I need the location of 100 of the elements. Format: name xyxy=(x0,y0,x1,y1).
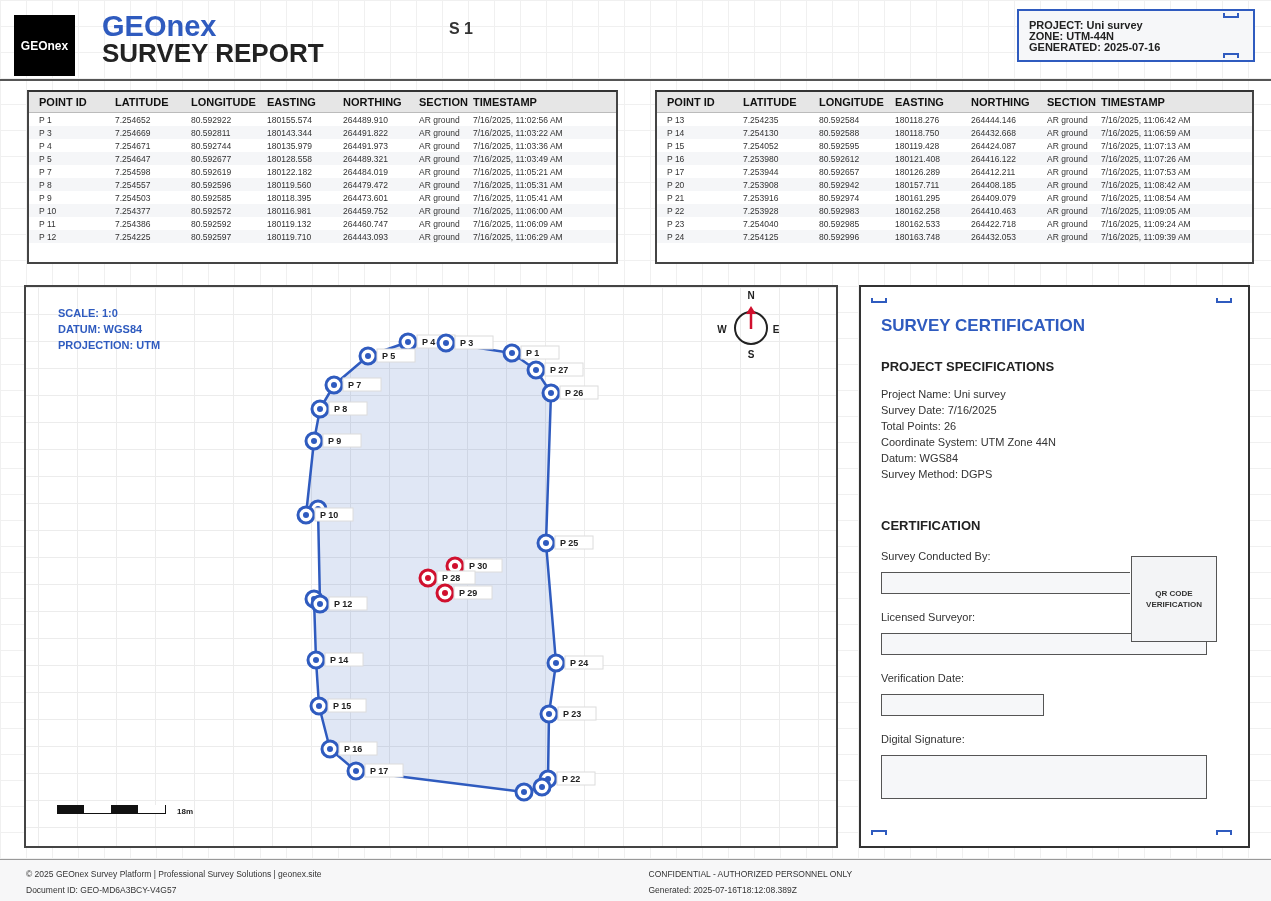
table-cell-text: 180161.295 xyxy=(895,192,941,203)
sheet-number: S 1 xyxy=(449,20,473,38)
table-cell-text: 7.254377 xyxy=(115,205,152,216)
table-cell-text: 7/16/2025, 11:05:21 AM xyxy=(473,166,564,177)
table-cell-text: 7.254647 xyxy=(115,153,152,164)
table-cell-text: 7/16/2025, 11:07:13 AM xyxy=(1101,140,1192,151)
table-cell-text: 180118.395 xyxy=(267,192,313,203)
table-cell-text: 7/16/2025, 11:03:22 AM xyxy=(473,127,564,138)
input-field[interactable] xyxy=(881,755,1207,799)
table-cell-text: 180162.258 xyxy=(895,205,941,216)
table-cell-text: P 16 xyxy=(666,153,686,164)
point-label: P 8 xyxy=(328,401,368,416)
table-cell-text: P 21 xyxy=(666,192,686,203)
point-label: P 3 xyxy=(454,335,494,350)
table-cell-text: AR ground xyxy=(1047,205,1089,216)
column-header: LONGITUDE xyxy=(191,95,257,110)
input-field[interactable] xyxy=(881,572,1130,594)
survey-point-marker xyxy=(514,782,534,802)
table-cell-text: 80.592595 xyxy=(819,140,861,151)
table-cell-text: 80.592677 xyxy=(191,153,233,164)
table-cell-text: 80.592572 xyxy=(191,205,233,216)
table-cell-text: 80.592619 xyxy=(191,166,233,177)
table-cell-text: 80.592996 xyxy=(819,231,861,242)
column-header: LONGITUDE xyxy=(819,95,885,110)
table-cell-text: P 10 xyxy=(38,205,58,216)
table-cell-text: 80.592596 xyxy=(191,179,233,190)
table-cell-text: P 14 xyxy=(666,127,686,138)
qr-code-field: QR CODE VERIFICATION xyxy=(1131,556,1217,642)
table-cell-text: 7.254235 xyxy=(743,114,780,125)
table-cell-text: 7/16/2025, 11:07:26 AM xyxy=(1101,153,1192,164)
table-cell-text: 7.254130 xyxy=(743,127,780,138)
table-cell-text: 80.592597 xyxy=(191,231,233,242)
table-cell-text: 180118.750 xyxy=(895,127,941,138)
column-header: NORTHING xyxy=(343,95,403,110)
table-cell-text: AR ground xyxy=(419,153,461,164)
table-cell-text: 80.592744 xyxy=(191,140,233,151)
table-cell-text: 7/16/2025, 11:05:31 AM xyxy=(473,179,564,190)
table-cell-text: 264424.087 xyxy=(971,140,1017,151)
table-cell-text: 7/16/2025, 11:08:42 AM xyxy=(1101,179,1192,190)
table-cell-text: 7.254669 xyxy=(115,127,152,138)
table-cell-text: 7/16/2025, 11:06:42 AM xyxy=(1101,114,1192,125)
table-cell-text: P 20 xyxy=(666,179,686,190)
column-header: SECTION xyxy=(1047,95,1097,110)
point-label: P 1 xyxy=(520,345,560,360)
table-cell-text: 180135.979 xyxy=(267,140,313,151)
brand-name: GEOnex xyxy=(102,12,218,40)
point-label: P 14 xyxy=(324,652,364,667)
table-cell-text: 7.254125 xyxy=(743,231,780,242)
table-cell-text: 7.254040 xyxy=(743,218,780,229)
table-cell-text: 7/16/2025, 11:06:59 AM xyxy=(1101,127,1192,138)
table-cell-text: AR ground xyxy=(419,218,461,229)
table-cell-text: 7/16/2025, 11:08:54 AM xyxy=(1101,192,1192,203)
spec-line: Project Name: Uni survey xyxy=(881,387,1007,402)
field-label: Survey Conducted By: xyxy=(881,549,992,563)
footer-text: © 2025 GEOnex Survey Platform | Professional Survey Solutions | geonex.site xyxy=(26,868,323,881)
project-info-text: PROJECT: Uni survey xyxy=(1029,20,1144,31)
point-label: P 7 xyxy=(342,377,382,392)
point-label: P 9 xyxy=(322,433,362,448)
spec-line: Survey Method: DGPS xyxy=(881,467,994,482)
table-cell-text: AR ground xyxy=(1047,153,1089,164)
table-cell-text: 7/16/2025, 11:06:00 AM xyxy=(473,205,564,216)
input-field[interactable] xyxy=(881,694,1044,716)
table-cell-text: P 11 xyxy=(38,218,57,229)
column-header: POINT ID xyxy=(666,95,716,110)
table-cell-text: 80.592585 xyxy=(191,192,233,203)
table-cell-text: 264460.747 xyxy=(343,218,389,229)
table-cell-text: 80.592811 xyxy=(191,127,232,138)
field-label: Verification Date: xyxy=(881,671,966,685)
table-cell-text: 7/16/2025, 11:02:56 AM xyxy=(473,114,564,125)
table-cell-text: 7.254503 xyxy=(115,192,152,203)
table-cell-text: 180119.428 xyxy=(895,140,941,151)
field-label: Digital Signature: xyxy=(881,732,966,746)
project-info-text: GENERATED: 2025-07-16 xyxy=(1029,42,1162,53)
table-cell-text: 264409.079 xyxy=(971,192,1017,203)
table-cell-text: 180119.560 xyxy=(267,179,313,190)
table-cell-text: AR ground xyxy=(419,179,461,190)
table-cell-text: P 5 xyxy=(38,153,53,164)
point-label: P 15 xyxy=(327,698,367,713)
table-cell-text: 7/16/2025, 11:05:41 AM xyxy=(473,192,564,203)
table-cell-text: P 8 xyxy=(38,179,53,190)
table-cell-text: 7/16/2025, 11:06:29 AM xyxy=(473,231,564,242)
table-cell-text: AR ground xyxy=(1047,192,1089,203)
spec-line: Survey Date: 7/16/2025 xyxy=(881,403,998,418)
table-cell-text: 80.592612 xyxy=(819,153,861,164)
field-label: Licensed Surveyor: xyxy=(881,610,977,624)
table-cell-text: 180157.711 xyxy=(895,179,941,190)
column-header: LATITUDE xyxy=(115,95,170,110)
table-cell-text: 180119.710 xyxy=(267,231,313,242)
table-cell-text: P 7 xyxy=(38,166,53,177)
table-cell-text: AR ground xyxy=(1047,114,1089,125)
table-cell-text: 7/16/2025, 11:09:24 AM xyxy=(1101,218,1192,229)
table-cell-text: 7.254598 xyxy=(115,166,152,177)
table-cell-text: 264484.019 xyxy=(343,166,389,177)
table-cell-text: AR ground xyxy=(419,166,461,177)
scale-label: 18m xyxy=(177,807,193,816)
table-cell-text: 264459.752 xyxy=(343,205,389,216)
table-cell-text: 180163.748 xyxy=(895,231,941,242)
table-cell-text: 180155.574 xyxy=(267,114,313,125)
point-label: P 27 xyxy=(544,362,584,377)
table-cell-text: 7.253944 xyxy=(743,166,780,177)
